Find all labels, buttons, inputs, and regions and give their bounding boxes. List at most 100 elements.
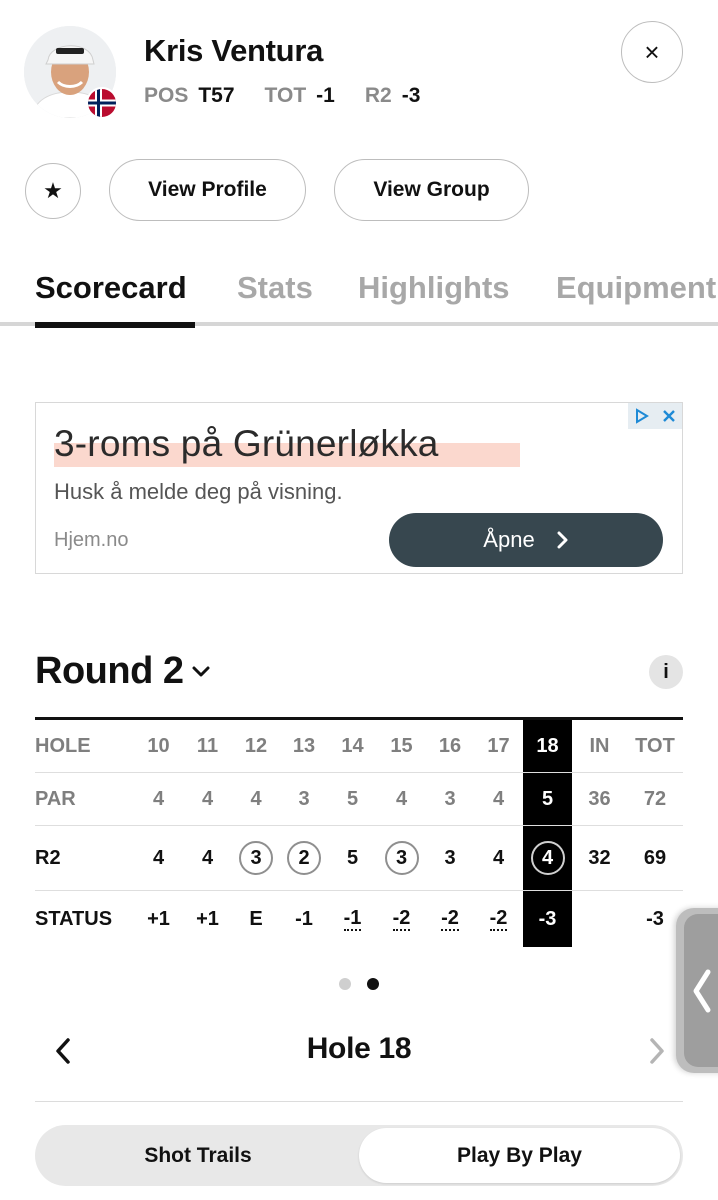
hole-label: HOLE bbox=[35, 734, 91, 757]
scorecard-table: HOLE 10 11 12 13 14 15 16 17 18 IN TOT P… bbox=[35, 717, 683, 947]
chevron-down-icon bbox=[192, 666, 210, 676]
score-birdie: 3 bbox=[232, 826, 280, 890]
par-value: 4 bbox=[250, 787, 262, 810]
score-birdie: 2 bbox=[280, 826, 328, 890]
chevron-left-icon bbox=[56, 1038, 70, 1064]
hole-number-current[interactable]: 18 bbox=[523, 720, 572, 772]
hole-number[interactable]: 15 bbox=[377, 720, 426, 772]
hole-number[interactable]: 12 bbox=[232, 720, 280, 772]
tab-highlights[interactable]: Highlights bbox=[358, 270, 510, 306]
par-value-current: 5 bbox=[541, 787, 554, 810]
tab-bar: Scorecard Stats Highlights Equipment bbox=[0, 262, 718, 328]
close-icon: × bbox=[644, 36, 660, 67]
player-name: Kris Ventura bbox=[144, 33, 324, 68]
view-profile-label: View Profile bbox=[148, 178, 267, 201]
round-selector[interactable]: Round 2 bbox=[35, 650, 211, 693]
birdie-circle: 3 bbox=[239, 841, 273, 875]
par-value: 4 bbox=[201, 787, 214, 810]
info-icon[interactable]: i bbox=[649, 655, 683, 689]
status-value: +1 bbox=[196, 907, 219, 930]
pager-dot-1[interactable] bbox=[339, 978, 351, 990]
view-profile-button[interactable]: View Profile bbox=[109, 159, 306, 221]
round-value: -3 bbox=[401, 84, 421, 107]
status-dotted-text: -1 bbox=[343, 906, 362, 931]
round-title: Round 2 bbox=[35, 650, 184, 692]
tab-equipment[interactable]: Equipment bbox=[556, 270, 716, 306]
status-value-dotted: -2 bbox=[474, 891, 523, 947]
side-drawer-handle[interactable] bbox=[676, 908, 718, 1073]
score-value: 4 bbox=[152, 846, 165, 869]
status-value-dotted: -2 bbox=[377, 891, 426, 947]
next-hole-button[interactable] bbox=[642, 1036, 670, 1066]
hole-number[interactable]: 16 bbox=[426, 720, 474, 772]
ad-banner[interactable]: 3-roms på Grünerløkka Husk å melde deg p… bbox=[35, 402, 683, 574]
birdie-circle: 4 bbox=[530, 841, 565, 875]
par-value: 3 bbox=[298, 787, 310, 810]
status-value-dotted: -2 bbox=[426, 891, 474, 947]
score-tot: 69 bbox=[643, 846, 667, 869]
round-label: R2 bbox=[364, 84, 392, 107]
tab-stats[interactable]: Stats bbox=[237, 270, 313, 306]
par-label: PAR bbox=[35, 787, 76, 810]
ad-headline: 3-roms på Grünerløkka bbox=[54, 423, 439, 464]
ad-domain: Hjem.no bbox=[54, 529, 129, 551]
par-in: 36 bbox=[588, 787, 611, 810]
hole-title: Hole 18 bbox=[306, 1032, 412, 1065]
view-group-label: View Group bbox=[373, 178, 490, 201]
previous-hole-button[interactable] bbox=[50, 1036, 78, 1066]
chevron-right-icon bbox=[650, 1038, 664, 1064]
score-value: 4 bbox=[492, 846, 505, 869]
par-value: 5 bbox=[346, 787, 359, 810]
adchoices-icon[interactable] bbox=[628, 403, 655, 429]
norway-flag-icon bbox=[86, 87, 118, 119]
chevron-left-icon bbox=[693, 969, 711, 1013]
shot-trails-tab[interactable]: Shot Trails bbox=[35, 1125, 361, 1186]
score-birdie: 3 bbox=[377, 826, 426, 890]
tab-scorecard[interactable]: Scorecard bbox=[35, 270, 187, 306]
close-button[interactable]: × bbox=[621, 21, 683, 83]
par-value: 4 bbox=[395, 787, 408, 810]
hole-number[interactable]: 10 bbox=[134, 720, 183, 772]
hole-number[interactable]: 17 bbox=[474, 720, 523, 772]
ad-open-label: Åpne bbox=[483, 527, 535, 552]
score-in: 32 bbox=[588, 846, 611, 869]
ad-close-icon[interactable] bbox=[655, 403, 682, 429]
par-value: 4 bbox=[492, 787, 505, 810]
status-label: STATUS bbox=[35, 907, 113, 930]
birdie-circle: 3 bbox=[384, 841, 419, 875]
score-value: 3 bbox=[444, 846, 456, 869]
birdie-circle: 2 bbox=[287, 841, 321, 875]
favorite-button[interactable]: ★ bbox=[25, 163, 81, 219]
par-tot: 72 bbox=[643, 787, 667, 810]
hole-divider bbox=[35, 1101, 683, 1102]
score-value: 5 bbox=[346, 846, 359, 869]
view-toggle: Shot Trails Play By Play bbox=[35, 1125, 683, 1186]
status-dotted-text: -2 bbox=[441, 906, 459, 931]
ad-choices bbox=[628, 403, 682, 429]
pager-dot-2-active[interactable] bbox=[367, 978, 379, 990]
in-label: IN bbox=[589, 734, 610, 757]
tot-value: -1 bbox=[316, 84, 335, 107]
info-glyph: i bbox=[663, 660, 669, 683]
pos-label: POS bbox=[144, 84, 189, 107]
chevron-right-icon bbox=[557, 531, 568, 549]
ad-subtext: Husk å melde deg på visning. bbox=[54, 479, 343, 504]
ad-open-button[interactable]: Åpne bbox=[389, 513, 663, 567]
status-dotted-text: -2 bbox=[489, 906, 508, 931]
status-value: E bbox=[249, 907, 263, 930]
hole-number[interactable]: 11 bbox=[183, 720, 232, 772]
hole-row: HOLE 10 11 12 13 14 15 16 17 18 IN TOT bbox=[35, 720, 683, 773]
par-row: PAR 4 4 4 3 5 4 3 4 5 36 72 bbox=[35, 773, 683, 826]
status-dotted-text: -2 bbox=[392, 906, 411, 931]
tot-label: TOT bbox=[635, 734, 675, 757]
hole-number[interactable]: 13 bbox=[280, 720, 328, 772]
par-value: 3 bbox=[444, 787, 456, 810]
status-value: +1 bbox=[147, 907, 170, 930]
view-group-button[interactable]: View Group bbox=[334, 159, 529, 221]
tot-label: TOT bbox=[264, 84, 307, 107]
score-value: 4 bbox=[201, 846, 214, 869]
play-by-play-tab[interactable]: Play By Play bbox=[359, 1128, 680, 1183]
star-icon: ★ bbox=[43, 178, 63, 203]
status-value: -1 bbox=[295, 907, 313, 930]
hole-number[interactable]: 14 bbox=[328, 720, 377, 772]
